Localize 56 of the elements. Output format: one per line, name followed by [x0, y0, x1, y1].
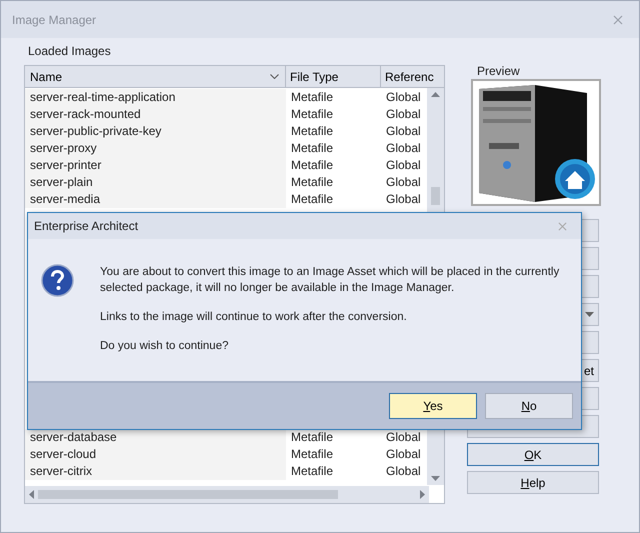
- column-header[interactable]: File Type: [286, 66, 381, 87]
- table-cell: server-cloud: [25, 446, 286, 463]
- column-header[interactable]: Name: [25, 66, 286, 87]
- table-cell-text: Metafile: [290, 140, 334, 157]
- table-cell: server-printer: [25, 157, 286, 174]
- table-cell-text: Metafile: [290, 106, 334, 123]
- table-cell-text: Global: [385, 140, 422, 157]
- table-cell-text: Metafile: [290, 191, 334, 208]
- table-cell-text: Metafile: [290, 174, 334, 191]
- table-cell-text: Global: [385, 157, 422, 174]
- horizontal-scrollbar[interactable]: [25, 486, 429, 503]
- help-button[interactable]: Help: [467, 471, 599, 494]
- scroll-right-icon[interactable]: [420, 490, 425, 499]
- table-cell-text: Metafile: [290, 89, 334, 106]
- table-cell: server-rack-mounted: [25, 106, 286, 123]
- dropdown-arrow-icon: [585, 312, 594, 317]
- table-cell: server-proxy: [25, 140, 286, 157]
- dialog-message: Links to the image will continue to work after the conversion.: [100, 310, 407, 325]
- table-cell: server-media: [25, 191, 286, 208]
- question-icon: [41, 264, 74, 297]
- table-cell: server-public-private-key: [25, 123, 286, 140]
- table-cell: server-plain: [25, 174, 286, 191]
- column-header[interactable]: Referenc: [381, 66, 441, 87]
- scroll-left-icon[interactable]: [29, 490, 34, 499]
- table-cell-text: Global: [385, 106, 422, 123]
- dialog-button[interactable]: Yes: [389, 393, 477, 419]
- section-label: Loaded Images: [27, 43, 112, 60]
- table-cell-text: Global: [385, 123, 422, 140]
- table-cell-text: Metafile: [290, 157, 334, 174]
- scroll-thumb[interactable]: [431, 187, 440, 205]
- scroll-up-icon[interactable]: [431, 92, 440, 97]
- table-cell-text: Metafile: [290, 463, 334, 480]
- dialog-title: Enterprise Architect: [34, 218, 138, 235]
- table-cell: server-real-time-application: [25, 89, 286, 106]
- scroll-down-icon[interactable]: [431, 476, 440, 481]
- table-cell-text: Metafile: [290, 123, 334, 140]
- close-icon[interactable]: [558, 222, 567, 230]
- table-cell-text: Global: [385, 463, 422, 480]
- ok-button[interactable]: OK: [467, 443, 599, 466]
- table-cell-text: Metafile: [290, 446, 334, 463]
- close-icon[interactable]: [613, 14, 623, 24]
- chevron-down-icon: [270, 74, 279, 79]
- dialog-button[interactable]: No: [485, 393, 573, 419]
- table-cell: server-citrix: [25, 463, 286, 480]
- preview-label: Preview: [476, 63, 521, 79]
- table-cell-text: Global: [385, 174, 422, 191]
- dialog-message: You are about to convert this image to an Image Asset which will be placed in the currently selected package, it will no longer be available in the Image Manager.: [100, 265, 560, 296]
- table-cell-text: Metafile: [290, 429, 334, 446]
- scroll-thumb[interactable]: [38, 490, 338, 499]
- table-cell-text: Global: [385, 89, 422, 106]
- table-cell-text: Global: [385, 446, 422, 463]
- table-cell-text: Global: [385, 429, 422, 446]
- table-cell-text: Global: [385, 191, 422, 208]
- dialog-message: Do you wish to continue?: [100, 339, 228, 354]
- window-title: Image Manager: [12, 12, 96, 28]
- table-cell: server-database: [25, 429, 286, 446]
